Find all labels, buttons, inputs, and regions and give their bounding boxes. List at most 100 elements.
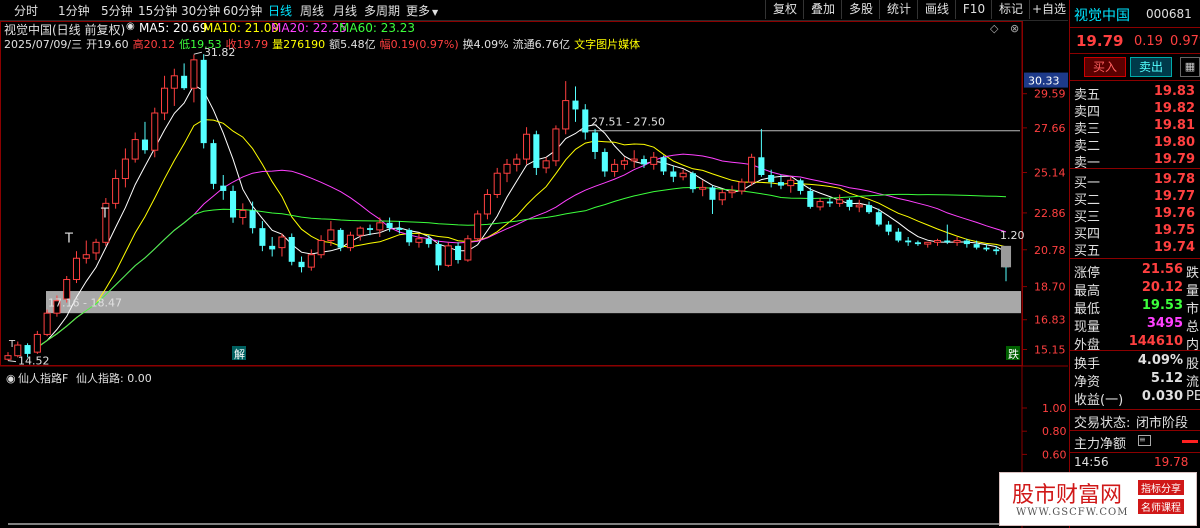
- candle-body: [660, 157, 667, 172]
- candle-body: [483, 193, 491, 215]
- divider: [1070, 452, 1200, 453]
- mark-button[interactable]: 标记: [991, 0, 1030, 19]
- quote-panel: 视觉中国 000681 19.79 0.19 0.97% 买入 卖出 ▦ 卖五1…: [1069, 0, 1200, 528]
- candle-body: [846, 199, 853, 207]
- candle-body: [679, 172, 687, 178]
- candle-body: [787, 179, 795, 187]
- candle-body: [513, 158, 521, 165]
- stat2-row-suffix: 股: [1186, 357, 1200, 372]
- bid-row-value: 19.77: [1153, 189, 1195, 204]
- candle-body: [72, 257, 81, 281]
- stat2-row-value: 0.030: [1141, 389, 1183, 404]
- price-change-pct: 0.97%: [1170, 34, 1200, 49]
- stat-row-value: 144610: [1128, 334, 1183, 349]
- indicator-tick-label: 0.80: [1042, 425, 1067, 438]
- watermark-tag1: 指标分享: [1138, 480, 1184, 495]
- candle-body: [963, 240, 970, 245]
- candle-body: [944, 240, 951, 243]
- add-watchlist-button[interactable]: +自选: [1029, 0, 1068, 19]
- candle-body: [503, 163, 511, 174]
- tab-daily[interactable]: 日线: [268, 2, 292, 19]
- candle-body: [141, 139, 149, 151]
- candle-body: [337, 229, 344, 248]
- marker-jie: 解: [234, 347, 245, 361]
- buy-button[interactable]: 买入: [1084, 57, 1126, 77]
- candle-body: [582, 109, 589, 133]
- ask-row-value: 19.83: [1153, 84, 1195, 99]
- tab-more[interactable]: 更多 ▼: [406, 2, 438, 19]
- candle-body: [444, 245, 452, 266]
- candle-body: [748, 156, 756, 183]
- indicator-value: 仙人指路: 0.00: [76, 371, 152, 385]
- candle-body: [914, 242, 921, 245]
- tab-60min[interactable]: 60分钟: [223, 2, 262, 19]
- tab-multi-period[interactable]: 多周期: [364, 2, 400, 19]
- stat-row-suffix: 总: [1186, 320, 1200, 335]
- tab-5min[interactable]: 5分钟: [101, 2, 133, 19]
- candle-body: [161, 87, 169, 114]
- stock-code: 000681: [1146, 7, 1192, 21]
- candle-body: [288, 237, 295, 262]
- t-marker-small: T: [8, 339, 16, 350]
- indicator-tick-label: 0.60: [1042, 448, 1067, 461]
- candle-body: [905, 240, 912, 243]
- indicator-toggle-icon[interactable]: ◉: [6, 372, 16, 385]
- stat-row-label: 涨停: [1074, 266, 1101, 281]
- candle-body: [592, 132, 599, 152]
- candle-body: [807, 190, 814, 207]
- draw-line-button[interactable]: 画线: [917, 0, 956, 19]
- candle-body: [601, 151, 608, 172]
- candle-body: [611, 163, 619, 172]
- grid-icon[interactable]: ▦: [1180, 57, 1200, 77]
- overlay-button[interactable]: 叠加: [803, 0, 842, 19]
- tick-price: 19.78: [1154, 455, 1189, 469]
- stat2-row-label: 净资: [1074, 375, 1101, 390]
- t-marker: T: [64, 231, 73, 246]
- candle-body: [562, 100, 570, 130]
- sell-button[interactable]: 卖出: [1130, 57, 1172, 77]
- chart-area[interactable]: 29.59 27.66 25.14 22.86 20.78 18.70 16.83 15.15…: [0, 21, 1068, 528]
- candle-body: [396, 228, 403, 230]
- tab-intraday[interactable]: 分时: [14, 2, 38, 19]
- stat-row-label: 现量: [1074, 320, 1101, 335]
- candle-body: [640, 159, 648, 165]
- stat-row-value: 19.53: [1141, 298, 1183, 313]
- high-price-label: 31.82: [204, 46, 236, 59]
- stat-row-suffix: 市: [1186, 302, 1200, 317]
- candle-body: [493, 172, 501, 195]
- range-label-bottom: 17.16 - 18.47: [48, 297, 122, 310]
- tab-15min[interactable]: 15分钟: [138, 2, 177, 19]
- tab-1min[interactable]: 1分钟: [58, 2, 90, 19]
- stat-row-value: 20.12: [1141, 280, 1183, 295]
- candle-body: [181, 75, 188, 89]
- candle-body: [92, 241, 100, 254]
- candle-body: [259, 228, 266, 246]
- stat2-row-label: 收益(一): [1074, 393, 1124, 408]
- net-flow-bar: [1182, 440, 1198, 443]
- ask-row-value: 19.81: [1153, 118, 1195, 133]
- candle-body: [151, 112, 159, 151]
- f10-button[interactable]: F10: [955, 0, 992, 19]
- tab-monthly[interactable]: 月线: [333, 2, 357, 19]
- fuquan-button[interactable]: 复权: [765, 0, 804, 19]
- bid-row-value: 19.75: [1153, 223, 1195, 238]
- stat2-row-value: 4.09%: [1137, 353, 1183, 368]
- candle-body: [464, 238, 472, 261]
- list-icon[interactable]: ≡: [1138, 435, 1151, 446]
- tab-30min[interactable]: 30分钟: [181, 2, 220, 19]
- low-arrow: [7, 360, 17, 363]
- candle-body: [983, 247, 990, 250]
- statistics-button[interactable]: 统计: [879, 0, 918, 19]
- tab-weekly[interactable]: 周线: [300, 2, 324, 19]
- candle-body: [738, 181, 746, 192]
- last-price-label: 1.20: [1000, 229, 1025, 242]
- candle-body: [933, 240, 942, 243]
- candle-body: [346, 234, 354, 249]
- stat2-row-suffix: 流: [1186, 375, 1200, 390]
- multi-stock-button[interactable]: 多股: [841, 0, 880, 19]
- divider: [1070, 80, 1200, 81]
- candle-body: [797, 180, 804, 191]
- indicator-tick-label: 1.00: [1042, 402, 1067, 415]
- price-change: 0.19: [1134, 34, 1163, 49]
- bid-row-value: 19.78: [1153, 172, 1195, 187]
